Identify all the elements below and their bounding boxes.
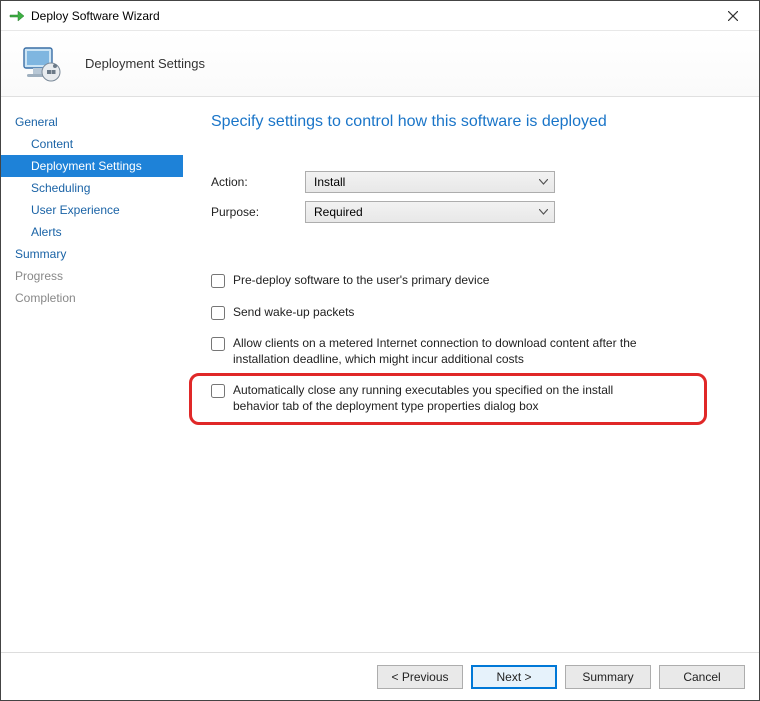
checkbox-row: Allow clients on a metered Internet conn… — [211, 336, 737, 367]
window-title: Deploy Software Wizard — [31, 9, 713, 23]
action-combobox[interactable]: Install — [305, 171, 555, 193]
computer-icon — [17, 40, 65, 88]
chevron-down-icon — [539, 179, 548, 185]
checkbox-label[interactable]: Send wake-up packets — [233, 305, 354, 321]
summary-button[interactable]: Summary — [565, 665, 651, 689]
checkbox-3[interactable] — [211, 384, 225, 398]
header-band: Deployment Settings — [1, 31, 759, 97]
content-pane: Specify settings to control how this sof… — [183, 97, 759, 652]
checkbox-row: Send wake-up packets — [211, 305, 737, 321]
sidebar-item-summary[interactable]: Summary — [1, 243, 183, 265]
action-value: Install — [314, 175, 345, 189]
checkbox-row: Pre-deploy software to the user's primar… — [211, 273, 737, 289]
close-button[interactable] — [713, 2, 753, 30]
header-subtitle: Deployment Settings — [85, 56, 205, 71]
checkbox-0[interactable] — [211, 274, 225, 288]
checkbox-row: Automatically close any running executab… — [211, 383, 737, 414]
titlebar: Deploy Software Wizard — [1, 1, 759, 31]
purpose-combobox[interactable]: Required — [305, 201, 555, 223]
sidebar-item-content[interactable]: Content — [1, 133, 183, 155]
checkbox-1[interactable] — [211, 306, 225, 320]
checkbox-group: Pre-deploy software to the user's primar… — [211, 273, 737, 415]
purpose-row: Purpose: Required — [211, 201, 737, 223]
purpose-value: Required — [314, 205, 363, 219]
cancel-button[interactable]: Cancel — [659, 665, 745, 689]
sidebar-item-scheduling[interactable]: Scheduling — [1, 177, 183, 199]
checkbox-label[interactable]: Automatically close any running executab… — [233, 383, 653, 414]
sidebar-item-completion: Completion — [1, 287, 183, 309]
previous-button[interactable]: < Previous — [377, 665, 463, 689]
action-label: Action: — [211, 175, 305, 189]
footer-buttons: < Previous Next > Summary Cancel — [1, 652, 759, 700]
checkbox-label[interactable]: Allow clients on a metered Internet conn… — [233, 336, 653, 367]
sidebar-item-progress: Progress — [1, 265, 183, 287]
next-button[interactable]: Next > — [471, 665, 557, 689]
action-row: Action: Install — [211, 171, 737, 193]
purpose-label: Purpose: — [211, 205, 305, 219]
sidebar-item-general[interactable]: General — [1, 111, 183, 133]
sidebar-item-user-experience[interactable]: User Experience — [1, 199, 183, 221]
main-area: GeneralContentDeployment SettingsSchedul… — [1, 97, 759, 652]
checkbox-label[interactable]: Pre-deploy software to the user's primar… — [233, 273, 489, 289]
deploy-arrow-icon — [9, 8, 25, 24]
sidebar-item-alerts[interactable]: Alerts — [1, 221, 183, 243]
chevron-down-icon — [539, 209, 548, 215]
page-title: Specify settings to control how this sof… — [211, 113, 737, 131]
sidebar-item-deployment-settings[interactable]: Deployment Settings — [1, 155, 183, 177]
checkbox-2[interactable] — [211, 337, 225, 351]
wizard-steps-sidebar: GeneralContentDeployment SettingsSchedul… — [1, 97, 183, 652]
wizard-window: Deploy Software Wizard Deployment Settin… — [0, 0, 760, 701]
